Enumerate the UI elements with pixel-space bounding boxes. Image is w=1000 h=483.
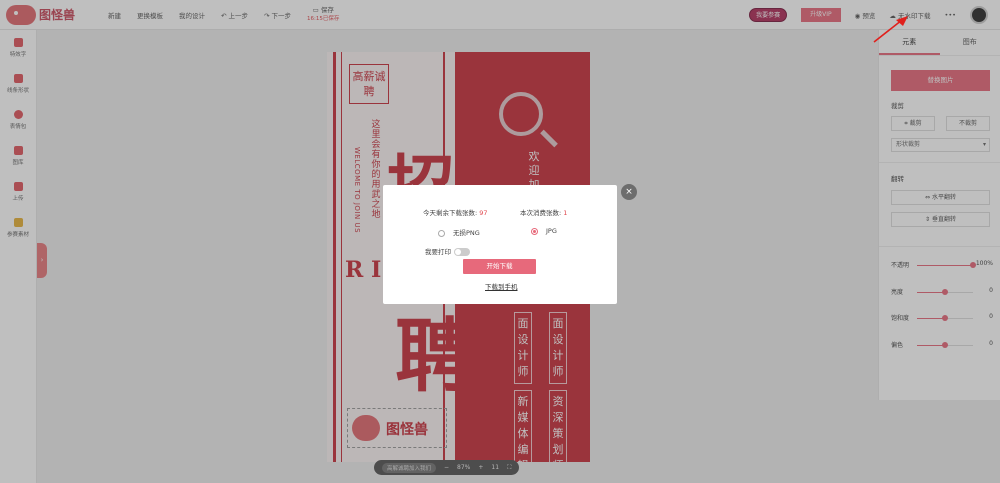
close-icon[interactable]: × xyxy=(621,184,637,200)
format-jpg-option[interactable]: JPG xyxy=(531,227,557,235)
download-to-phone-link[interactable]: 下载到手机 xyxy=(485,281,518,291)
consume-count: 本次消费张数: 1 xyxy=(520,209,568,217)
print-toggle-row: 我要打印 xyxy=(425,246,470,256)
print-toggle[interactable] xyxy=(454,248,470,256)
radio-jpg[interactable] xyxy=(531,227,538,235)
remaining-downloads: 今天剩余下载张数: 97 xyxy=(423,209,488,217)
start-download-button[interactable]: 开始下载 xyxy=(463,259,536,274)
format-png-option[interactable]: 无损PNG xyxy=(438,227,480,237)
annotation-arrow-icon xyxy=(873,16,908,43)
download-dialog: 今天剩余下载张数: 97 本次消费张数: 1 无损PNG JPG 我要打印 开始… xyxy=(383,185,617,304)
radio-png[interactable] xyxy=(438,229,445,237)
